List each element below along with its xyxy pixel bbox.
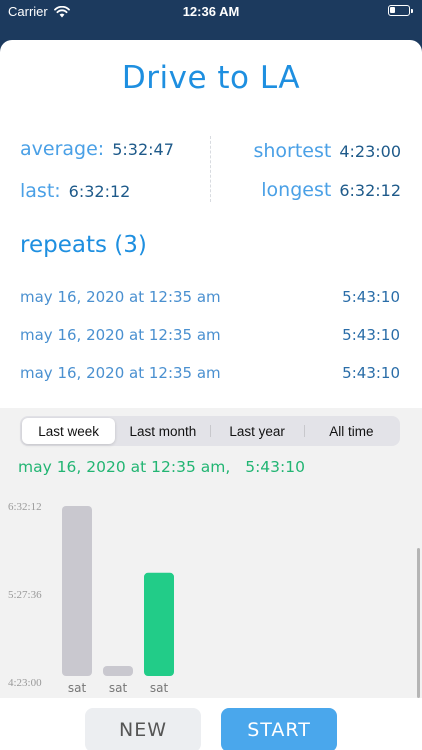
repeat-row[interactable]: may 16, 2020 at 12:35 am 5:43:10 (20, 288, 400, 308)
selected-entry-info: may 16, 2020 at 12:35 am, 5:43:10 (18, 458, 315, 476)
status-bar: Carrier 12:36 AM (0, 0, 422, 24)
battery-icon (388, 5, 413, 16)
tab-last-month[interactable]: Last month (116, 418, 209, 444)
chart-bar[interactable] (103, 666, 133, 676)
tab-last-week[interactable]: Last week (22, 418, 116, 444)
start-button[interactable]: START (221, 708, 337, 750)
average-label: average: (20, 138, 105, 160)
tab-last-year[interactable]: Last year (211, 418, 304, 444)
last-stat: last: 6:32:12 (20, 180, 130, 202)
shortest-stat: shortest 4:23:00 (253, 140, 401, 162)
chart-bar[interactable] (62, 506, 92, 676)
selected-date: may 16, 2020 at 12:35 am, (18, 458, 231, 476)
selected-duration: 5:43:10 (245, 458, 305, 476)
repeat-row[interactable]: may 16, 2020 at 12:35 am 5:43:10 (20, 326, 400, 346)
y-tick-label: 4:23:00 (8, 677, 42, 689)
longest-value: 6:32:12 (339, 181, 401, 200)
status-time: 12:36 AM (182, 4, 240, 19)
repeat-duration: 5:43:10 (342, 364, 400, 382)
repeat-row[interactable]: may 16, 2020 at 12:35 am 5:43:10 (20, 364, 400, 384)
shortest-label: shortest (253, 140, 332, 162)
page-title: Drive to LA (121, 60, 301, 96)
x-tick-label: sat (109, 681, 128, 695)
last-value: 6:32:12 (68, 182, 131, 201)
repeat-duration: 5:43:10 (342, 326, 400, 344)
average-value: 5:32:47 (112, 140, 174, 159)
last-label: last: (20, 180, 61, 202)
repeat-duration: 5:43:10 (342, 288, 400, 306)
duration-bar-chart: 6:32:12 5:27:36 4:23:00 sat sat sat (8, 501, 174, 695)
stats-divider (210, 136, 211, 202)
repeat-date: may 16, 2020 at 12:35 am (20, 288, 221, 306)
shortest-value: 4:23:00 (339, 142, 401, 161)
chart-bar-selected[interactable] (144, 572, 174, 676)
y-tick-label: 5:27:36 (8, 589, 42, 601)
chart-panel: Last week Last month Last year All time … (0, 408, 422, 698)
detail-sheet: Drive to LA average: 5:32:47 last: 6:32:… (0, 40, 422, 750)
x-tick-label: sat (68, 681, 87, 695)
longest-label: longest (261, 179, 332, 201)
longest-stat: longest 6:32:12 (261, 179, 401, 201)
average-stat: average: 5:32:47 (20, 138, 174, 160)
tab-all-time[interactable]: All time (305, 418, 398, 444)
x-tick-label: sat (150, 681, 169, 695)
range-segmented-control: Last week Last month Last year All time (20, 416, 400, 446)
repeat-date: may 16, 2020 at 12:35 am (20, 326, 221, 344)
new-button[interactable]: NEW (85, 708, 201, 750)
repeats-title: repeats (3) (20, 232, 147, 258)
scroll-indicator[interactable] (417, 548, 420, 698)
repeat-date: may 16, 2020 at 12:35 am (20, 364, 221, 382)
y-tick-label: 6:32:12 (8, 501, 42, 513)
